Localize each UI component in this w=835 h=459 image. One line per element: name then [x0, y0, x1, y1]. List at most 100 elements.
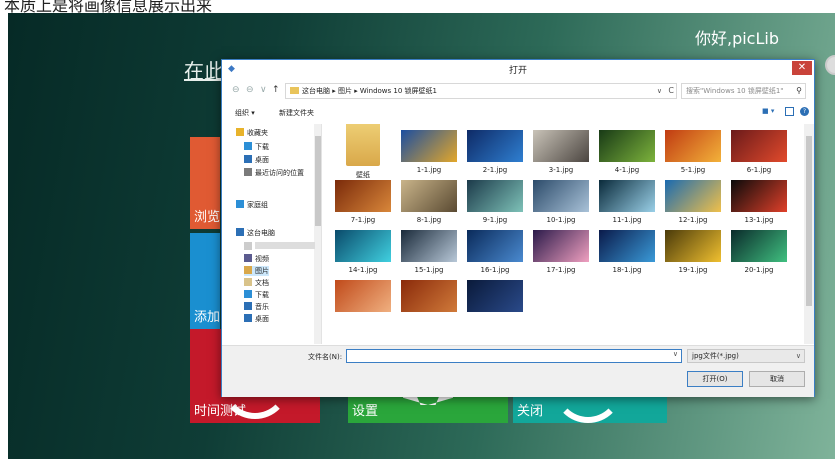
file-name: 15-1.jpg — [414, 266, 444, 274]
nav-item-label: 下载 — [255, 291, 269, 299]
side-circle-button[interactable] — [825, 55, 835, 75]
pictures-icon — [244, 266, 252, 274]
videos-icon — [244, 254, 252, 262]
image-thumbnail — [533, 180, 589, 212]
preview-pane-icon[interactable] — [785, 107, 794, 116]
image-thumbnail — [401, 130, 457, 162]
help-icon[interactable]: ? — [800, 107, 809, 116]
address-dropdown-icon[interactable]: ∨ — [657, 84, 662, 98]
image-file-item[interactable]: 14-1.jpg — [332, 230, 394, 278]
nav-item[interactable] — [244, 242, 315, 251]
filename-dropdown-icon[interactable]: ∨ — [673, 350, 678, 358]
image-file-item[interactable] — [398, 280, 460, 328]
open-button[interactable]: 打开(O) — [687, 371, 743, 387]
documents-icon — [244, 278, 252, 286]
nav-item[interactable]: 文档 — [244, 278, 269, 288]
image-file-item[interactable] — [464, 280, 526, 328]
dialog-title: 打开 — [508, 66, 527, 76]
file-name: 7-1.jpg — [350, 216, 376, 224]
nav-item[interactable]: 图片 — [244, 266, 269, 276]
file-type-value: jpg文件(*.jpg) — [692, 352, 739, 360]
image-file-item[interactable] — [332, 280, 394, 328]
image-file-item[interactable]: 8-1.jpg — [398, 180, 460, 228]
image-file-item[interactable]: 9-1.jpg — [464, 180, 526, 228]
file-name: 10-1.jpg — [546, 216, 576, 224]
recent-locations-button[interactable]: ∨ — [260, 85, 267, 95]
forward-button[interactable]: ⊖ — [246, 85, 254, 95]
image-file-item[interactable]: 13-1.jpg — [728, 180, 790, 228]
settings-tile-label: 设置 — [352, 404, 379, 419]
settings-tile[interactable]: 设置 — [348, 393, 508, 423]
nav-item[interactable]: 桌面 — [244, 155, 269, 165]
nav-item[interactable]: 家庭组 — [236, 200, 268, 210]
image-file-item[interactable]: 6-1.jpg — [728, 130, 790, 178]
computer-icon — [236, 228, 244, 236]
image-file-item[interactable]: 3-1.jpg — [530, 130, 592, 178]
view-options-icon[interactable]: ■ ▾ — [762, 107, 776, 117]
nav-item-label: 收藏夹 — [247, 129, 268, 137]
image-thumbnail — [335, 230, 391, 262]
nav-item[interactable]: 收藏夹 — [236, 128, 268, 138]
file-name: 16-1.jpg — [480, 266, 510, 274]
add-tile-label: 添加 — [194, 310, 221, 325]
add-tile[interactable]: 添加 — [190, 233, 220, 329]
nav-item-label: 图片 — [255, 267, 269, 275]
user-greeting: 你好,picLib — [694, 29, 779, 48]
nav-item[interactable]: 这台电脑 — [236, 228, 275, 238]
image-file-item[interactable]: 20-1.jpg — [728, 230, 790, 278]
image-file-item[interactable]: 5-1.jpg — [662, 130, 724, 178]
image-file-item[interactable]: 11-1.jpg — [596, 180, 658, 228]
image-file-item[interactable]: 10-1.jpg — [530, 180, 592, 228]
image-file-item[interactable]: 12-1.jpg — [662, 180, 724, 228]
refresh-icon[interactable]: C — [668, 84, 674, 98]
desktop-icon — [244, 155, 252, 163]
image-thumbnail — [731, 180, 787, 212]
file-type-select[interactable]: jpg文件(*.jpg) ∨ — [687, 349, 805, 363]
file-grid-scroll-thumb[interactable] — [806, 136, 812, 306]
browse-tile[interactable]: 浏览 — [190, 137, 220, 229]
image-file-item[interactable]: 15-1.jpg — [398, 230, 460, 278]
file-name: 8-1.jpg — [416, 216, 442, 224]
organize-button[interactable]: 组织 ▾ — [235, 108, 255, 118]
file-grid-scrollbar[interactable] — [804, 124, 814, 344]
image-file-item[interactable]: 17-1.jpg — [530, 230, 592, 278]
back-button[interactable]: ⊖ — [232, 85, 240, 95]
image-file-item[interactable]: 4-1.jpg — [596, 130, 658, 178]
up-button[interactable]: ↑ — [272, 85, 280, 95]
new-folder-button[interactable]: 新建文件夹 — [279, 108, 314, 118]
image-file-item[interactable]: 2-1.jpg — [464, 130, 526, 178]
image-file-item[interactable]: 19-1.jpg — [662, 230, 724, 278]
nav-item-label: 最近访问的位置 — [255, 169, 304, 177]
open-file-dialog: ◆ 打开 ✕ ⊖ ⊖ ∨ ↑ 这台电脑 ▸ 图片 ▸ Windows 10 锁屏… — [221, 59, 815, 397]
file-name: 18-1.jpg — [612, 266, 642, 274]
nav-item[interactable]: 下载 — [244, 142, 269, 152]
dialog-close-button[interactable]: ✕ — [792, 61, 812, 75]
nav-item[interactable]: 桌面 — [244, 314, 269, 324]
cancel-button[interactable]: 取消 — [749, 371, 805, 387]
star-icon — [236, 128, 244, 136]
dialog-toolbar: 组织 ▾ 新建文件夹 ■ ▾ ? — [222, 104, 814, 122]
image-file-item[interactable]: 18-1.jpg — [596, 230, 658, 278]
address-bar[interactable]: 这台电脑 ▸ 图片 ▸ Windows 10 锁屏壁纸1 ∨ C — [285, 83, 677, 99]
file-name: 17-1.jpg — [546, 266, 576, 274]
image-thumbnail — [665, 130, 721, 162]
search-placeholder: 搜索"Windows 10 锁屏壁纸1" — [686, 87, 784, 95]
nav-item[interactable]: 视频 — [244, 254, 269, 264]
image-file-item[interactable]: 16-1.jpg — [464, 230, 526, 278]
navigation-scrollbar[interactable] — [314, 124, 321, 344]
file-name: 3-1.jpg — [548, 166, 574, 174]
filename-input[interactable]: ∨ — [346, 349, 682, 363]
image-thumbnail — [401, 280, 457, 312]
image-file-item[interactable]: 7-1.jpg — [332, 180, 394, 228]
image-file-item[interactable]: 1-1.jpg — [398, 130, 460, 178]
file-name: 19-1.jpg — [678, 266, 708, 274]
search-input[interactable]: 搜索"Windows 10 锁屏壁纸1" ⚲ — [681, 83, 806, 99]
navigation-scroll-thumb[interactable] — [315, 136, 321, 226]
nav-item[interactable]: 音乐 — [244, 302, 269, 312]
image-thumbnail — [665, 230, 721, 262]
nav-item[interactable]: 最近访问的位置 — [244, 168, 304, 178]
address-row: ⊖ ⊖ ∨ ↑ 这台电脑 ▸ 图片 ▸ Windows 10 锁屏壁纸1 ∨ C… — [222, 80, 814, 102]
nav-item[interactable]: 下载 — [244, 290, 269, 300]
close-tile[interactable]: 关闭 — [513, 393, 667, 423]
folder-item[interactable]: 壁纸 — [332, 124, 394, 179]
